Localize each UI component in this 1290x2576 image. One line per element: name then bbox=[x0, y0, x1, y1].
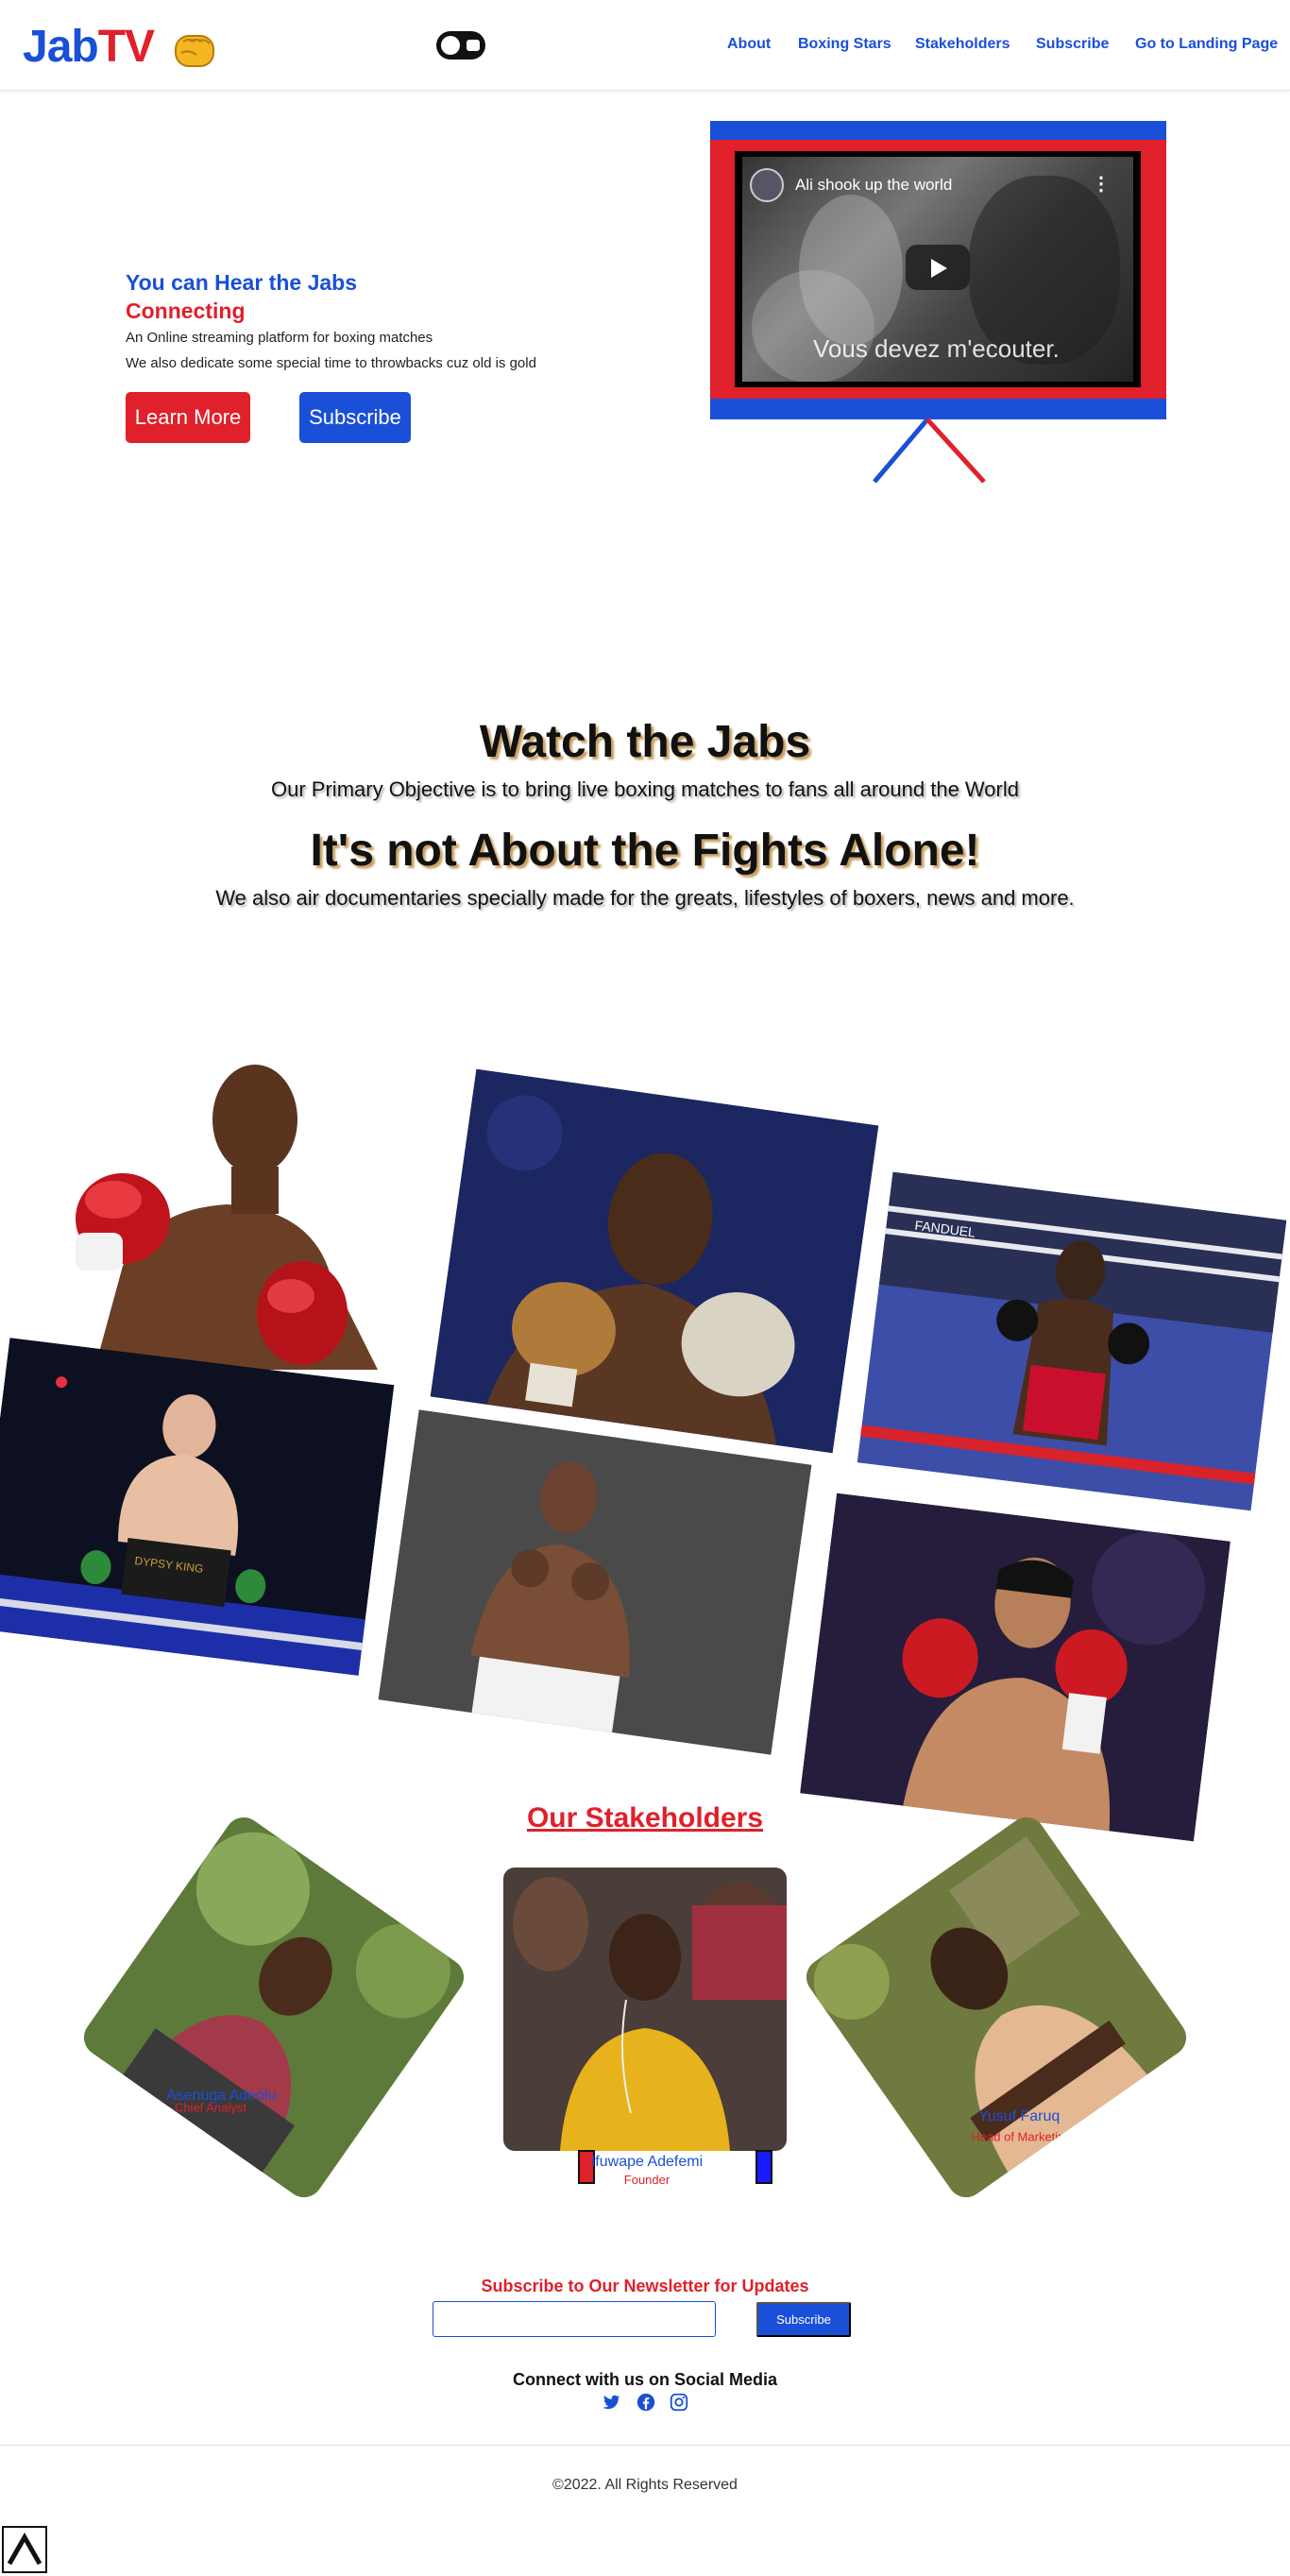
stakeholder-card-3: Yusuf Faruq Head of Marketing bbox=[799, 1810, 1194, 2205]
tv-stand bbox=[873, 418, 986, 484]
hero-title-line1: You can Hear the Jabs bbox=[126, 270, 357, 295]
newsletter-email-input[interactable] bbox=[433, 2301, 716, 2337]
fist-bump-icon bbox=[175, 35, 214, 67]
toggle-knob bbox=[441, 36, 460, 55]
video-player[interactable]: Ali shook up the world ⋮ Vous devez m'ec… bbox=[742, 157, 1133, 382]
nav-landing-page[interactable]: Go to Landing Page bbox=[1135, 36, 1278, 53]
play-button[interactable] bbox=[906, 245, 970, 290]
hero-description-2: We also dedicate some special time to th… bbox=[126, 355, 536, 371]
newsletter-subscribe-button[interactable]: Subscribe bbox=[756, 2302, 851, 2337]
stakeholder-card-1: Asenuga Adeolu Chief Analyst bbox=[76, 1810, 471, 2205]
nav-boxing-stars[interactable]: Boxing Stars bbox=[798, 36, 891, 53]
chevron-up-icon bbox=[7, 2532, 42, 2566]
documentaries-text: We also air documentaries specially made… bbox=[215, 886, 1075, 910]
newsletter-title: Subscribe to Our Newsletter for Updates bbox=[481, 2277, 809, 2295]
boxer-photo-4: DYPSY KING bbox=[0, 1338, 395, 1676]
twitter-icon[interactable] bbox=[601, 2392, 621, 2413]
heading-not-about-fights: It's not About the Fights Alone! bbox=[310, 826, 980, 876]
hero-description-1: An Online streaming platform for boxing … bbox=[126, 330, 433, 346]
nav-stakeholders[interactable]: Stakeholders bbox=[915, 36, 1010, 53]
video-caption: Vous devez m'ecouter. bbox=[813, 334, 1060, 363]
instagram-icon[interactable] bbox=[669, 2392, 689, 2413]
brand-logo[interactable]: JabTV bbox=[23, 21, 155, 73]
nav-subscribe[interactable]: Subscribe bbox=[1036, 36, 1109, 53]
stakeholder-role: Founder bbox=[623, 2173, 670, 2187]
footer-divider bbox=[0, 2445, 1290, 2446]
navbar: JabTV About Boxing Stars Stakeholders Su… bbox=[0, 0, 1290, 91]
boxer-photo-6 bbox=[800, 1493, 1231, 1842]
stakeholder-name: Yusuf Faruq bbox=[977, 2108, 1061, 2125]
learn-more-button[interactable]: Learn More bbox=[126, 392, 250, 443]
boxer-photo-2 bbox=[430, 1068, 879, 1454]
stakeholder-card-2 bbox=[503, 1868, 787, 2151]
copyright-text: ©2022. All Rights Reserved bbox=[552, 2477, 738, 2493]
video-title[interactable]: Ali shook up the world bbox=[795, 176, 952, 195]
nav-about[interactable]: About bbox=[727, 36, 771, 53]
channel-avatar[interactable] bbox=[750, 168, 784, 202]
social-title: Connect with us on Social Media bbox=[512, 2370, 778, 2389]
theme-toggle[interactable] bbox=[436, 31, 485, 60]
primary-objective-text: Our Primary Objective is to bring live b… bbox=[271, 777, 1019, 801]
stakeholder-name: Ifuwape Adefemi bbox=[590, 2154, 704, 2170]
hero-title-line2: Connecting bbox=[126, 299, 246, 323]
toggle-icon bbox=[467, 40, 480, 51]
brand-part-jab: Jab bbox=[23, 22, 99, 72]
stakeholder-role: Head of Marketing bbox=[971, 2129, 1072, 2144]
boxer-photo-5 bbox=[378, 1409, 812, 1755]
back-to-top-button[interactable] bbox=[2, 2526, 47, 2573]
boxer-photo-3: FANDUEL bbox=[857, 1171, 1287, 1511]
more-options-icon[interactable]: ⋮ bbox=[1092, 172, 1111, 196]
brand-part-tv: TV bbox=[97, 22, 155, 72]
stakeholders-title: Our Stakeholders bbox=[526, 1802, 764, 1834]
hero-subscribe-button[interactable]: Subscribe bbox=[299, 392, 411, 443]
founder-accent-right bbox=[755, 2150, 772, 2184]
stakeholder-role: Chief Analyst bbox=[174, 2100, 246, 2115]
facebook-icon[interactable] bbox=[636, 2392, 656, 2413]
heading-watch-the-jabs: Watch the Jabs bbox=[479, 717, 811, 767]
boxer-photo-1 bbox=[38, 1049, 387, 1370]
